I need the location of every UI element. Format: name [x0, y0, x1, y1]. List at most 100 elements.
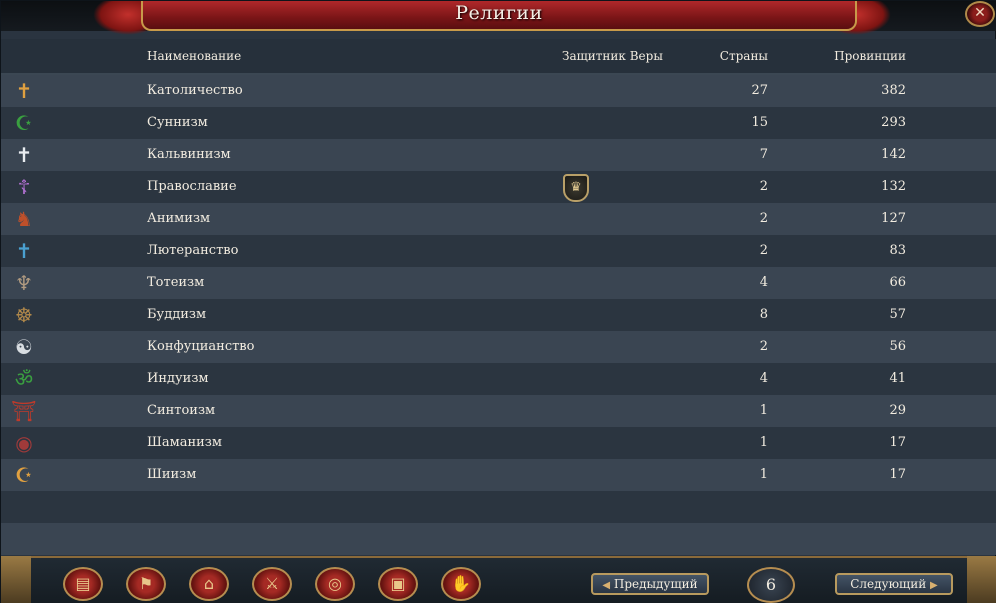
- religion-provinces: 66: [889, 275, 906, 290]
- crossed-swords-icon: ⚔: [264, 574, 280, 593]
- religion-name: Шаманизм: [147, 435, 222, 450]
- column-header-name[interactable]: Наименование: [147, 49, 241, 63]
- religion-name: Конфуцианство: [147, 339, 255, 354]
- religion-provinces: 17: [889, 435, 906, 450]
- animism-beast-icon: ♞: [15, 207, 33, 231]
- shia-crescent-icon: ☪: [15, 463, 33, 487]
- corner-ornament-right: [967, 556, 996, 603]
- torii-gate-icon: ⛩: [11, 399, 37, 423]
- religion-provinces: 57: [889, 307, 906, 322]
- religion-row[interactable]: ☯ Конфуцианство 2 56: [1, 331, 996, 363]
- religion-provinces: 142: [881, 147, 906, 162]
- religion-name: Православие: [147, 179, 237, 194]
- arrow-left-icon: ◀: [602, 580, 611, 591]
- calvinist-cross-icon: ✝: [15, 143, 33, 167]
- religion-countries: 8: [759, 307, 768, 322]
- religion-row[interactable]: ✝ Лютеранство 2 83: [1, 235, 996, 267]
- religion-row[interactable]: ☸ Буддизм 8 57: [1, 299, 996, 331]
- religion-name: Индуизм: [147, 371, 209, 386]
- religion-provinces: 17: [889, 467, 906, 482]
- religion-name: Анимизм: [147, 211, 211, 226]
- religion-provinces: 127: [881, 211, 906, 226]
- ledger-scroll-icon: ▤: [75, 574, 91, 593]
- catholic-cross-icon: ✝: [15, 79, 33, 103]
- previous-button-label: Предыдущий: [613, 577, 698, 591]
- handshake-icon: ✋: [451, 574, 471, 593]
- religion-provinces: 132: [881, 179, 906, 194]
- green-flag-icon: ⚑: [138, 574, 154, 593]
- religion-countries: 1: [759, 435, 768, 450]
- column-header-defender[interactable]: Защитник Веры: [562, 49, 663, 63]
- column-header-countries[interactable]: Страны: [701, 49, 768, 63]
- green-flag-button[interactable]: ⚑: [126, 567, 166, 601]
- religion-provinces: 83: [889, 243, 906, 258]
- handshake-button[interactable]: ✋: [441, 567, 481, 601]
- window-title: Религии: [455, 2, 543, 24]
- religion-countries: 2: [759, 243, 768, 258]
- close-icon: ✕: [974, 5, 986, 21]
- next-button-label: Следующий: [850, 577, 927, 591]
- shaman-drum-icon: ◉: [15, 431, 33, 455]
- trade-goods-icon: ▣: [390, 574, 406, 593]
- religion-provinces: 41: [889, 371, 906, 386]
- om-icon: ॐ: [14, 367, 34, 391]
- previous-button[interactable]: ◀ Предыдущий: [591, 573, 709, 595]
- religion-countries: 1: [759, 467, 768, 482]
- orthodox-cross-icon: ☦: [17, 175, 31, 199]
- totem-pole-icon: ♆: [15, 271, 33, 295]
- religion-row[interactable]: ♞ Анимизм 2 127: [1, 203, 996, 235]
- religion-countries: 4: [759, 371, 768, 386]
- close-button[interactable]: ✕: [965, 1, 995, 27]
- religion-countries: 2: [759, 211, 768, 226]
- table-header: Наименование Защитник Веры Страны Провин…: [1, 39, 996, 75]
- empty-row: [1, 491, 996, 523]
- religion-row[interactable]: ☪ Суннизм 15 293: [1, 107, 996, 139]
- empty-row: [1, 523, 996, 555]
- religion-name: Кальвинизм: [147, 147, 231, 162]
- ledger-scroll-button[interactable]: ▤: [63, 567, 103, 601]
- religion-name: Шиизм: [147, 467, 197, 482]
- religion-provinces: 56: [889, 339, 906, 354]
- trade-goods-button[interactable]: ▣: [378, 567, 418, 601]
- religion-countries: 15: [751, 115, 768, 130]
- corner-ornament-left: [1, 556, 31, 603]
- religions-window: Религии ✕ Наименование Защитник Веры Стр…: [0, 0, 996, 603]
- religion-countries: 7: [759, 147, 768, 162]
- page-number: 6: [747, 567, 795, 603]
- religion-countries: 27: [751, 83, 768, 98]
- yin-yang-icon: ☯: [15, 335, 33, 359]
- religion-row[interactable]: ✝ Католичество 27 382: [1, 75, 996, 107]
- religion-row[interactable]: ॐ Индуизм 4 41: [1, 363, 996, 395]
- religion-countries: 1: [759, 403, 768, 418]
- dharma-wheel-icon: ☸: [15, 303, 33, 327]
- religion-row[interactable]: ♆ Тотеизм 4 66: [1, 267, 996, 299]
- religion-provinces: 29: [889, 403, 906, 418]
- coins-icon: ◎: [328, 574, 342, 593]
- arrow-right-icon: ▶: [930, 580, 938, 591]
- coins-button[interactable]: ◎: [315, 567, 355, 601]
- buildings-icon: ⌂: [203, 574, 215, 593]
- religion-countries: 2: [759, 339, 768, 354]
- defender-of-faith-shield-icon[interactable]: ♛: [563, 174, 589, 202]
- lutheran-cross-icon: ✝: [15, 239, 33, 263]
- religion-row[interactable]: ⛩ Синтоизм 1 29: [1, 395, 996, 427]
- next-button[interactable]: Следующий ▶: [835, 573, 953, 595]
- religion-provinces: 382: [881, 83, 906, 98]
- religion-name: Синтоизм: [147, 403, 216, 418]
- buildings-button[interactable]: ⌂: [189, 567, 229, 601]
- religion-row[interactable]: ☦ Православие ♛ 2 132: [1, 171, 996, 203]
- religion-name: Католичество: [147, 83, 243, 98]
- religion-countries: 2: [759, 179, 768, 194]
- religion-row[interactable]: ✝ Кальвинизм 7 142: [1, 139, 996, 171]
- religion-name: Суннизм: [147, 115, 208, 130]
- crossed-swords-button[interactable]: ⚔: [252, 567, 292, 601]
- religion-name: Буддизм: [147, 307, 207, 322]
- sunni-crescent-icon: ☪: [15, 111, 33, 135]
- religion-row[interactable]: ☪ Шиизм 1 17: [1, 459, 996, 491]
- religion-name: Лютеранство: [147, 243, 239, 258]
- religion-name: Тотеизм: [147, 275, 205, 290]
- religion-provinces: 293: [881, 115, 906, 130]
- religion-countries: 4: [759, 275, 768, 290]
- religion-row[interactable]: ◉ Шаманизм 1 17: [1, 427, 996, 459]
- column-header-provinces[interactable]: Провинции: [801, 49, 906, 63]
